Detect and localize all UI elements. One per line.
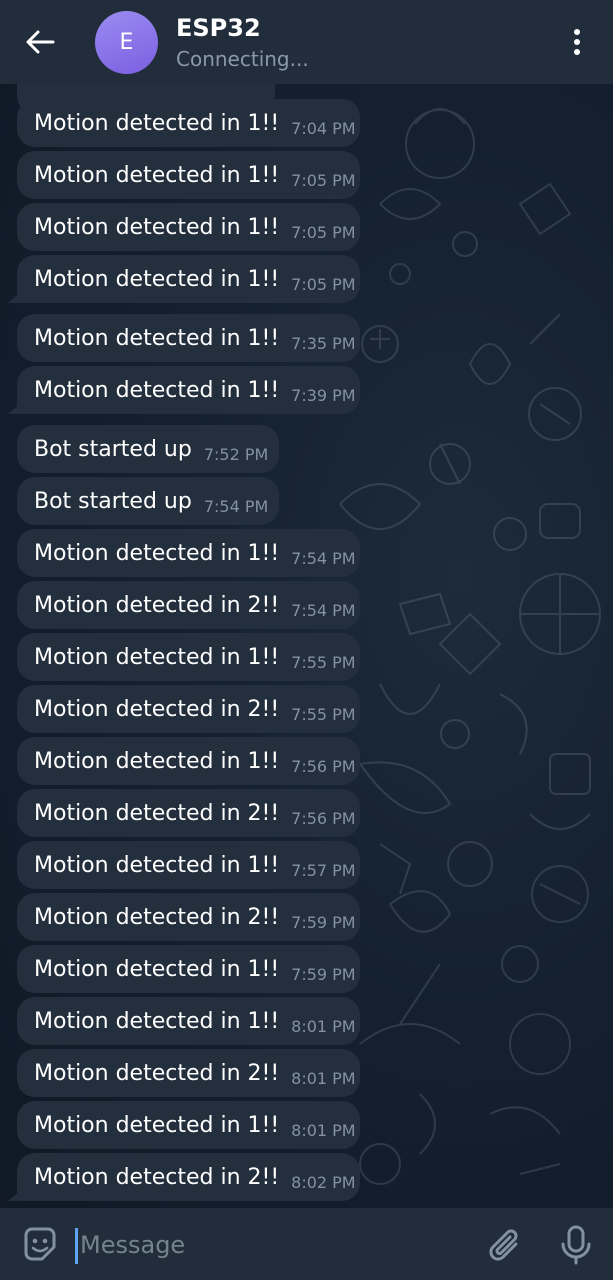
message-bubble[interactable]: Motion detected in 2!! 7:55 PM [17,685,360,733]
message-composer [0,1208,613,1280]
message-bubble[interactable]: Motion detected in 1!! 7:35 PM [17,314,360,362]
message-bubble[interactable]: Motion detected in 1!! 7:57 PM [17,841,360,889]
message-bubble[interactable]: Motion detected in 1!! 7:54 PM [17,529,360,577]
message-bubble[interactable]: Motion detected in 2!! 7:59 PM [17,893,360,941]
message-time: 7:54 PM [291,548,356,568]
message-text: Motion detected in 2!! [34,592,280,618]
message-time: 8:01 PM [291,1016,356,1036]
voice-record-button[interactable] [556,1224,596,1266]
message-time: 7:39 PM [291,385,356,405]
message-text: Motion detected in 1!! [34,1112,280,1138]
message-text: Motion detected in 2!! [34,800,280,826]
message-text: Motion detected in 1!! [34,956,280,982]
message-text: Bot started up [34,436,192,462]
message-text: Motion detected in 1!! [34,1008,280,1034]
more-options-button[interactable] [560,24,594,60]
message-time: 7:04 PM [291,118,356,138]
arrow-left-icon [26,30,55,54]
message-time: 7:57 PM [291,860,356,880]
message-time: 7:05 PM [291,274,356,294]
message-text: Motion detected in 1!! [34,266,280,292]
message-time: 7:59 PM [291,912,356,932]
message-bubble[interactable]: Motion detected in 1!! 8:01 PM [17,997,360,1045]
message-bubble[interactable]: Bot started up 7:52 PM [17,425,279,473]
message-text: Motion detected in 2!! [34,1060,280,1086]
message-text: Motion detected in 1!! [34,540,280,566]
message-text: Motion detected in 1!! [34,377,280,403]
message-bubble[interactable]: Motion detected in 2!! 7:54 PM [17,581,360,629]
message-text: Motion detected in 1!! [34,748,280,774]
connection-status: Connecting... [176,47,309,71]
message-bubble[interactable]: Bot started up 7:54 PM [17,477,279,525]
message-text: Motion detected in 1!! [34,214,280,240]
message-time: 7:52 PM [203,444,269,464]
message-bubble[interactable]: Motion detected in 1!! 7:39 PM [17,366,360,414]
message-text: Motion detected in 1!! [34,644,280,670]
emoji-button[interactable] [20,1225,60,1265]
message-bubble[interactable]: Motion detected in 2!! 7:56 PM [17,789,360,837]
paperclip-icon [489,1229,518,1261]
message-bubble[interactable]: Motion detected in 2!! 8:02 PM [17,1153,360,1201]
message-text: Motion detected in 2!! [34,1164,280,1190]
message-time: 7:55 PM [291,652,356,672]
message-time: 8:01 PM [291,1120,356,1140]
message-bubble[interactable]: Motion detected in 1!! 7:59 PM [17,945,360,993]
message-time: 7:05 PM [291,170,356,190]
message-time: 8:01 PM [291,1068,356,1088]
message-text: Bot started up [34,488,192,514]
attach-button[interactable] [486,1226,526,1266]
message-input[interactable] [80,1224,460,1266]
chat-title[interactable]: ESP32 [176,14,261,42]
message-bubble[interactable]: Motion detected in 1!! 8:01 PM [17,1101,360,1149]
message-time: 7:35 PM [291,333,356,353]
message-text: Motion detected in 2!! [34,904,280,930]
message-time: 7:59 PM [291,964,356,984]
chat-header: E ESP32 Connecting... [0,0,613,84]
message-time: 7:54 PM [203,496,269,516]
message-time: 7:56 PM [291,756,356,776]
message-time: 8:02 PM [291,1172,356,1192]
message-bubble[interactable]: Motion detected in 1!! 7:05 PM [17,151,360,199]
message-bubble[interactable]: Motion detected in 2!! 8:01 PM [17,1049,360,1097]
chat-screen: E ESP32 Connecting... Motion detected in… [0,0,613,1280]
message-bubble[interactable]: Motion detected in 1!! 7:55 PM [17,633,360,681]
more-vertical-icon [574,29,580,35]
text-cursor [75,1228,78,1264]
message-time: 7:55 PM [291,704,356,724]
message-text: Motion detected in 1!! [34,110,280,136]
message-text: Motion detected in 2!! [34,696,280,722]
message-text: Motion detected in 1!! [34,852,280,878]
microphone-icon [561,1225,591,1265]
sticker-emoji-icon [24,1227,56,1261]
message-list[interactable]: Motion detected in 1!! 7:04 PM Motion de… [0,84,613,1208]
message-bubble[interactable]: Motion detected in 1!! 7:05 PM [17,203,360,251]
message-bubble[interactable]: Motion detected in 1!! 7:05 PM [17,255,360,303]
message-time: 7:54 PM [291,600,356,620]
message-text: Motion detected in 1!! [34,325,280,351]
message-time: 7:56 PM [291,808,356,828]
back-button[interactable] [20,22,60,62]
message-time: 7:05 PM [291,222,356,242]
message-text: Motion detected in 1!! [34,162,280,188]
message-bubble[interactable]: Motion detected in 1!! 7:56 PM [17,737,360,785]
avatar[interactable]: E [95,11,158,74]
message-bubble[interactable]: Motion detected in 1!! 7:04 PM [17,99,360,147]
